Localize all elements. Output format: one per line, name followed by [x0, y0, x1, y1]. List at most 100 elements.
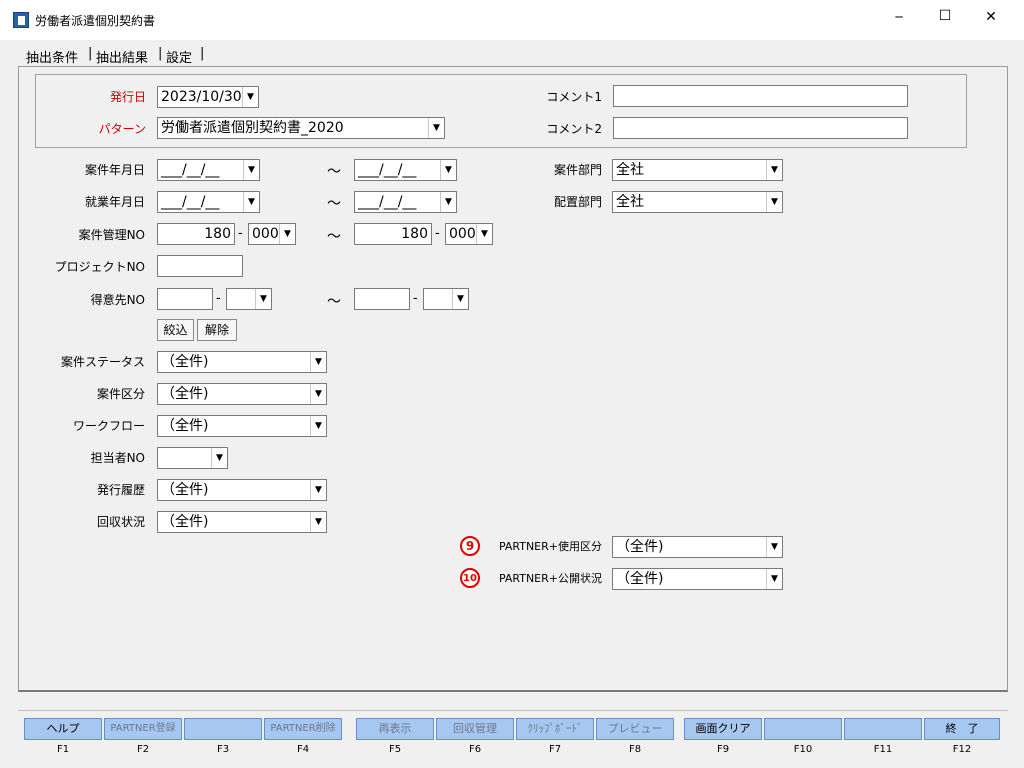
case-dept-select[interactable]: 全社 ▼ [612, 159, 783, 181]
f4-partner-delete-button[interactable]: PARTNER削除 [264, 718, 342, 740]
customer-no-from-sub[interactable]: ▼ [226, 288, 272, 310]
f11-button[interactable] [844, 718, 922, 740]
comment2-input[interactable] [613, 117, 908, 139]
customer-no-from-input[interactable] [157, 288, 213, 310]
workflow-select[interactable]: （全件) ▼ [157, 415, 327, 437]
place-dept-label: 配置部門 [553, 195, 602, 209]
project-no-input[interactable] [157, 255, 243, 277]
staff-no-select[interactable]: ▼ [157, 447, 228, 469]
dash: - [413, 291, 418, 306]
fkey-number: F12 [952, 744, 972, 755]
case-date-to[interactable]: ___/__/__ ▼ [354, 159, 457, 181]
comment1-label: コメント1 [546, 90, 602, 104]
chevron-down-icon: ▼ [310, 512, 326, 532]
fkey-number: F2 [136, 744, 150, 755]
fkey-number: F1 [56, 744, 70, 755]
chevron-down-icon: ▼ [476, 224, 492, 244]
chevron-down-icon: ▼ [255, 289, 271, 309]
chevron-down-icon: ▼ [242, 87, 258, 107]
fkey-number: F10 [793, 744, 813, 755]
partner-pub-label: PARTNER+公開状況 [498, 572, 602, 585]
dash: - [435, 226, 440, 241]
chevron-down-icon: ▼ [310, 384, 326, 404]
case-type-select[interactable]: （全件) ▼ [157, 383, 327, 405]
chevron-down-icon: ▼ [211, 448, 227, 468]
f6-collection-button[interactable]: 回収管理 [436, 718, 514, 740]
minimize-button[interactable]: ─ [884, 10, 914, 24]
f3-button[interactable] [184, 718, 262, 740]
filter-button[interactable]: 絞込 [157, 319, 194, 341]
badge-9: 9 [460, 536, 480, 556]
fkey-number: F8 [628, 744, 642, 755]
partner-use-select[interactable]: （全件) ▼ [612, 536, 783, 558]
customer-no-to-input[interactable] [354, 288, 410, 310]
chevron-down-icon: ▼ [310, 352, 326, 372]
range-tilde: ～ [327, 196, 341, 212]
case-status-label: 案件ステータス [60, 355, 145, 369]
chevron-down-icon: ▼ [452, 289, 468, 309]
pattern-label: パターン [98, 122, 146, 136]
tab-extract-conditions[interactable]: 抽出条件 [26, 47, 78, 66]
f8-preview-button[interactable]: プレビュー [596, 718, 674, 740]
comment1-input[interactable] [613, 85, 908, 107]
chevron-down-icon: ▼ [440, 192, 456, 212]
case-no-to-input[interactable]: 180 [354, 223, 432, 245]
chevron-down-icon: ▼ [310, 480, 326, 500]
clear-button[interactable]: 解除 [197, 319, 237, 341]
dash: - [238, 226, 243, 241]
chevron-down-icon: ▼ [440, 160, 456, 180]
chevron-down-icon: ▼ [243, 192, 259, 212]
work-date-to[interactable]: ___/__/__ ▼ [354, 191, 457, 213]
collection-select[interactable]: （全件) ▼ [157, 511, 327, 533]
dash: - [216, 291, 221, 306]
chevron-down-icon: ▼ [766, 160, 782, 180]
partner-pub-select[interactable]: （全件) ▼ [612, 568, 783, 590]
chevron-down-icon: ▼ [279, 224, 295, 244]
case-no-to-sub[interactable]: 000 ▼ [445, 223, 493, 245]
tab-settings[interactable]: 設定 [166, 47, 192, 66]
work-date-label: 就業年月日 [84, 195, 145, 209]
workflow-label: ワークフロー [72, 419, 145, 433]
issue-history-label: 発行履歴 [96, 483, 145, 497]
case-no-from-sub[interactable]: 000 ▼ [248, 223, 296, 245]
issue-date-picker[interactable]: 2023/10/30 ▼ [157, 86, 259, 108]
chevron-down-icon: ▼ [428, 118, 444, 138]
fkey-number: F3 [216, 744, 230, 755]
f10-button[interactable] [764, 718, 842, 740]
f1-help-button[interactable]: ヘルプ [24, 718, 102, 740]
customer-no-label: 得意先NO [90, 293, 145, 307]
tab-extract-results[interactable]: 抽出結果 [96, 47, 148, 66]
case-type-label: 案件区分 [96, 387, 145, 401]
chevron-down-icon: ▼ [243, 160, 259, 180]
case-status-select[interactable]: （全件) ▼ [157, 351, 327, 373]
range-tilde: ～ [327, 164, 341, 180]
case-date-from[interactable]: ___/__/__ ▼ [157, 159, 260, 181]
work-date-from[interactable]: ___/__/__ ▼ [157, 191, 260, 213]
case-date-label: 案件年月日 [84, 163, 145, 177]
chevron-down-icon: ▼ [766, 569, 782, 589]
issue-date-label: 発行日 [109, 90, 146, 104]
title-bar: 労働者派遣個別契約書 ─ ☐ ✕ [0, 0, 1024, 40]
fkey-number: F7 [548, 744, 562, 755]
customer-no-to-sub[interactable]: ▼ [423, 288, 469, 310]
fkey-number: F11 [873, 744, 893, 755]
f2-partner-register-button[interactable]: PARTNER登録 [104, 718, 182, 740]
fkey-number: F4 [296, 744, 310, 755]
f12-exit-button[interactable]: 終 了 [924, 718, 1000, 740]
comment2-label: コメント2 [546, 122, 602, 136]
maximize-button[interactable]: ☐ [930, 8, 960, 24]
window-title: 労働者派遣個別契約書 [35, 14, 156, 28]
fkey-number: F9 [716, 744, 730, 755]
range-tilde: ～ [327, 294, 341, 310]
f5-refresh-button[interactable]: 再表示 [356, 718, 434, 740]
close-button[interactable]: ✕ [976, 9, 1006, 25]
issue-history-select[interactable]: （全件) ▼ [157, 479, 327, 501]
project-no-label: プロジェクトNO [54, 260, 145, 274]
place-dept-select[interactable]: 全社 ▼ [612, 191, 783, 213]
badge-10: 10 [460, 568, 480, 588]
f9-clear-screen-button[interactable]: 画面クリア [684, 718, 762, 740]
case-no-from-input[interactable]: 180 [157, 223, 235, 245]
chevron-down-icon: ▼ [766, 537, 782, 557]
f7-clipboard-button[interactable]: ｸﾘｯﾌﾟﾎﾞｰﾄﾞ [516, 718, 594, 740]
pattern-select[interactable]: 労働者派遣個別契約書_2020 ▼ [157, 117, 445, 139]
